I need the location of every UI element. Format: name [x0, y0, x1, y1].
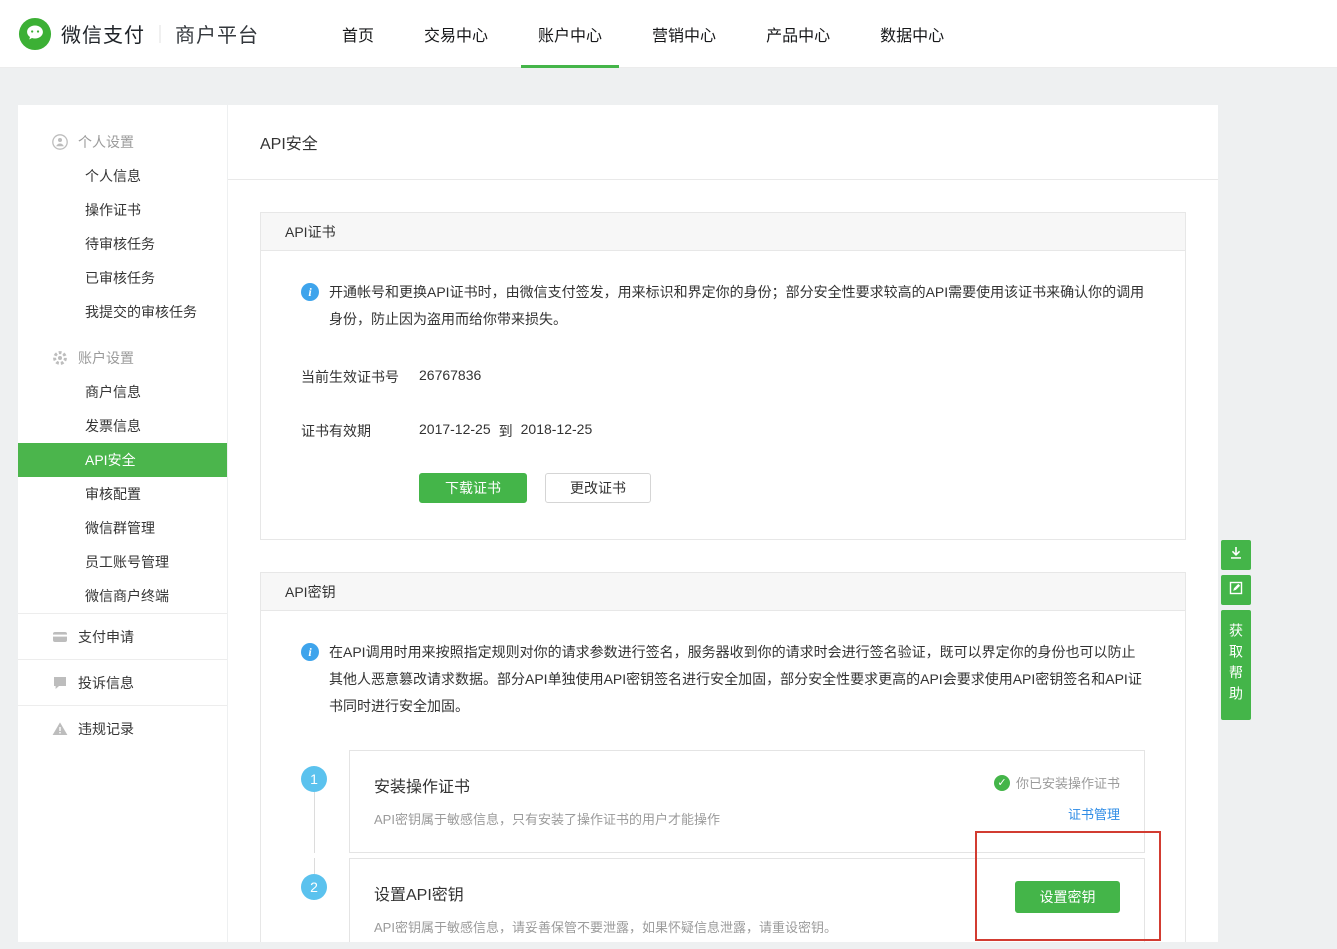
- sidebar-link-label: 违规记录: [78, 719, 134, 739]
- cert-validity-row: 证书有效期 2017-12-25 到 2018-12-25: [301, 421, 1145, 441]
- payment-icon: [52, 629, 68, 645]
- step1-left: 安装操作证书 API密钥属于敏感信息，只有安装了操作证书的用户才能操作: [374, 773, 720, 828]
- gear-icon: [52, 350, 68, 366]
- cert-number-value: 26767836: [419, 367, 481, 387]
- certificate-info-row: i 开通帐号和更换API证书时，由微信支付签发，用来标识和界定你的身份；部分安全…: [301, 279, 1145, 333]
- warning-triangle-icon: [52, 721, 68, 737]
- step1-number-badge: 1: [301, 766, 327, 792]
- sidebar-item-api-security[interactable]: API安全: [18, 443, 227, 477]
- sidebar-item-operation-cert[interactable]: 操作证书: [18, 193, 227, 227]
- nav-marketing-center[interactable]: 营销中心: [627, 0, 741, 68]
- sidebar: 个人设置 个人信息 操作证书 待审核任务 已审核任务 我提交的审核任务 账户设置…: [18, 105, 227, 942]
- sidebar-item-wechat-merchant-terminal[interactable]: 微信商户终端: [18, 579, 227, 613]
- step-connector-line: [314, 858, 315, 874]
- info-icon: i: [301, 643, 319, 661]
- sidebar-link-label: 投诉信息: [78, 673, 134, 693]
- step2-description: API密钥属于敏感信息，请妥善保管不要泄露，如果怀疑信息泄露，请重设密钥。: [374, 917, 837, 936]
- nav-home[interactable]: 首页: [317, 0, 399, 68]
- cert-validity-start: 2017-12-25: [419, 421, 491, 441]
- sidebar-group-personal-settings: 个人设置: [18, 125, 227, 159]
- sidebar-link-label: 支付申请: [78, 627, 134, 647]
- sidebar-item-staff-account-mgmt[interactable]: 员工账号管理: [18, 545, 227, 579]
- cert-number-row: 当前生效证书号 26767836: [301, 367, 1145, 387]
- step2-left: 设置API密钥 API密钥属于敏感信息，请妥善保管不要泄露，如果怀疑信息泄露，请…: [374, 881, 837, 936]
- sidebar-link-payment-application[interactable]: 支付申请: [18, 613, 227, 659]
- step-set-api-key: 2 设置API密钥 API密钥属于敏感信息，请妥善保管不要泄露，如果怀疑信息泄露…: [301, 858, 1145, 942]
- check-icon: ✓: [994, 775, 1010, 791]
- cert-validity-end: 2018-12-25: [521, 421, 593, 441]
- step-connector-line: [314, 792, 315, 853]
- complaint-bubble-icon: [52, 675, 68, 691]
- api-certificate-card-body: i 开通帐号和更换API证书时，由微信支付签发，用来标识和界定你的身份；部分安全…: [261, 251, 1185, 539]
- step-install-cert: 1 安装操作证书 API密钥属于敏感信息，只有安装了操作证书的用户才能操作: [301, 750, 1145, 853]
- nav-product-center[interactable]: 产品中心: [741, 0, 855, 68]
- step1-box: 安装操作证书 API密钥属于敏感信息，只有安装了操作证书的用户才能操作 ✓ 你已…: [349, 750, 1145, 853]
- logo[interactable]: 微信支付 ｜ 商户平台: [18, 17, 259, 51]
- sidebar-item-pending-tasks[interactable]: 待审核任务: [18, 227, 227, 261]
- download-certificate-button[interactable]: 下载证书: [419, 473, 527, 503]
- sidebar-item-merchant-info[interactable]: 商户信息: [18, 375, 227, 409]
- step2-number-badge: 2: [301, 874, 327, 900]
- certificate-manage-link[interactable]: 证书管理: [1068, 804, 1120, 823]
- step2-title: 设置API密钥: [374, 881, 837, 905]
- floating-helpers: 获取帮助: [1221, 540, 1251, 720]
- person-icon: [52, 134, 68, 150]
- cert-validity-joiner: 到: [499, 421, 513, 441]
- platform-name: 商户平台: [175, 19, 259, 48]
- info-icon: i: [301, 283, 319, 301]
- api-key-info-row: i 在API调用时用来按照指定规则对你的请求参数进行签名，服务器收到你的请求时会…: [301, 639, 1145, 720]
- sidebar-item-reviewed-tasks[interactable]: 已审核任务: [18, 261, 227, 295]
- step1-rail: 1: [301, 750, 327, 853]
- top-header: 微信支付 ｜ 商户平台 首页 交易中心 账户中心 营销中心 产品中心 数据中心: [0, 0, 1337, 68]
- sidebar-gap: [18, 329, 227, 341]
- api-key-card-title: API密钥: [261, 573, 1185, 611]
- nav-transaction-center[interactable]: 交易中心: [399, 0, 513, 68]
- sidebar-item-my-submitted-tasks[interactable]: 我提交的审核任务: [18, 295, 227, 329]
- sidebar-group-account-settings: 账户设置: [18, 341, 227, 375]
- feedback-form-button[interactable]: [1221, 575, 1251, 605]
- download-icon: [1228, 545, 1244, 566]
- sidebar-item-review-config[interactable]: 审核配置: [18, 477, 227, 511]
- get-help-button[interactable]: 获取帮助: [1221, 610, 1251, 720]
- api-key-card-body: i 在API调用时用来按照指定规则对你的请求参数进行签名，服务器收到你的请求时会…: [261, 611, 1185, 942]
- cert-button-row: 下载证书 更改证书: [419, 473, 1145, 503]
- change-certificate-button[interactable]: 更改证书: [545, 473, 651, 503]
- sidebar-link-complaint-info[interactable]: 投诉信息: [18, 659, 227, 705]
- brand-divider: ｜: [151, 21, 169, 47]
- api-key-card: API密钥 i 在API调用时用来按照指定规则对你的请求参数进行签名，服务器收到…: [260, 572, 1186, 942]
- api-certificate-card-title: API证书: [261, 213, 1185, 251]
- step1-right: ✓ 你已安装操作证书 证书管理: [994, 773, 1120, 828]
- step2-right: 设置密钥: [1015, 881, 1120, 936]
- step1-description: API密钥属于敏感信息，只有安装了操作证书的用户才能操作: [374, 809, 720, 828]
- sidebar-group-title: 账户设置: [78, 348, 134, 368]
- step1-title: 安装操作证书: [374, 773, 720, 797]
- wechat-pay-logo-icon: [18, 17, 52, 51]
- step1-status-text: 你已安装操作证书: [1016, 773, 1120, 792]
- api-key-steps: 1 安装操作证书 API密钥属于敏感信息，只有安装了操作证书的用户才能操作: [301, 750, 1145, 942]
- sidebar-item-invoice-info[interactable]: 发票信息: [18, 409, 227, 443]
- set-api-key-button[interactable]: 设置密钥: [1015, 881, 1120, 913]
- main-panel: API安全 API证书 i 开通帐号和更换API证书时，由微信支付签发，用来标识…: [228, 105, 1218, 942]
- content-area: API证书 i 开通帐号和更换API证书时，由微信支付签发，用来标识和界定你的身…: [228, 180, 1218, 942]
- primary-nav: 首页 交易中心 账户中心 营销中心 产品中心 数据中心: [317, 0, 969, 68]
- screen: 微信支付 ｜ 商户平台 首页 交易中心 账户中心 营销中心 产品中心 数据中心 …: [0, 0, 1337, 949]
- download-helper-button[interactable]: [1221, 540, 1251, 570]
- nav-account-center[interactable]: 账户中心: [513, 0, 627, 68]
- brand-name: 微信支付: [61, 19, 145, 48]
- form-edit-icon: [1228, 580, 1244, 601]
- certificate-info-text: 开通帐号和更换API证书时，由微信支付签发，用来标识和界定你的身份；部分安全性要…: [329, 279, 1145, 333]
- cert-validity-label: 证书有效期: [301, 421, 419, 441]
- sidebar-link-violation-records[interactable]: 违规记录: [18, 705, 227, 751]
- nav-data-center[interactable]: 数据中心: [855, 0, 969, 68]
- api-certificate-card: API证书 i 开通帐号和更换API证书时，由微信支付签发，用来标识和界定你的身…: [260, 212, 1186, 540]
- step1-status: ✓ 你已安装操作证书: [994, 773, 1120, 792]
- page-title: API安全: [228, 105, 1218, 180]
- step2-box: 设置API密钥 API密钥属于敏感信息，请妥善保管不要泄露，如果怀疑信息泄露，请…: [349, 858, 1145, 942]
- sidebar-group-title: 个人设置: [78, 132, 134, 152]
- cert-number-label: 当前生效证书号: [301, 367, 419, 387]
- sidebar-item-wechat-group-mgmt[interactable]: 微信群管理: [18, 511, 227, 545]
- sidebar-item-personal-info[interactable]: 个人信息: [18, 159, 227, 193]
- api-key-info-text: 在API调用时用来按照指定规则对你的请求参数进行签名，服务器收到你的请求时会进行…: [329, 639, 1145, 720]
- step2-rail: 2: [301, 858, 327, 942]
